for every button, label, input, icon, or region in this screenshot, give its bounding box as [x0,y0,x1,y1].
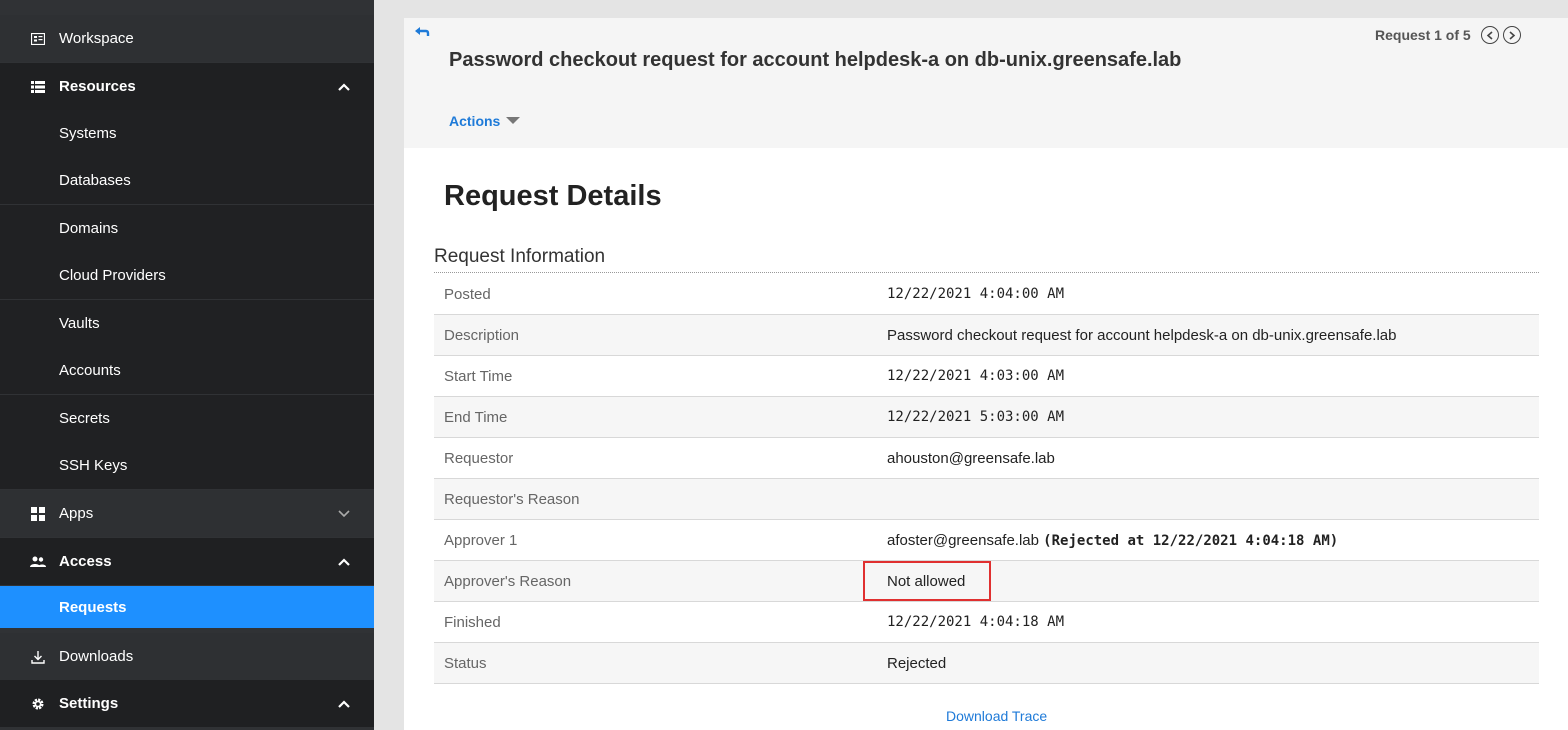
download-icon [30,649,46,665]
chevron-up-icon [336,554,352,570]
sidebar-item-label: Accounts [59,362,121,379]
request-info-table: Posted 12/22/2021 4:04:00 AM Description… [434,274,1539,684]
actions-label: Actions [449,113,501,129]
caret-down-icon [506,112,521,130]
chevron-up-icon [336,79,352,95]
highlighted-reason: Not allowed [863,560,991,601]
approver-status: (Rejected at 12/22/2021 4:04:18 AM) [1043,532,1339,549]
field-value: ahouston@greensafe.lab [877,437,1539,479]
field-value: Not allowed [863,560,1539,602]
table-row: Approver 1 afoster@greensafe.lab (Reject… [434,519,1539,561]
request-header: Password checkout request for account he… [404,18,1568,148]
table-row: End Time 12/22/2021 5:03:00 AM [434,396,1539,438]
table-row: Approver's Reason Not allowed [434,560,1539,602]
field-label: Start Time [434,355,877,397]
table-row: Finished 12/22/2021 4:04:18 AM [434,601,1539,643]
field-value: afoster@greensafe.lab (Rejected at 12/22… [877,519,1539,561]
sidebar: Workspace Resources Systems Databases Do… [0,0,374,730]
sidebar-item-label: SSH Keys [59,457,128,474]
sidebar-item-workspace[interactable]: Workspace [0,15,374,62]
field-label: Approver 1 [434,519,877,561]
sidebar-item-label: Domains [59,220,119,237]
chevron-up-icon [336,696,352,712]
table-row: Start Time 12/22/2021 4:03:00 AM [434,355,1539,397]
sidebar-item-label: Access [59,553,112,570]
field-value: Password checkout request for account he… [877,314,1539,356]
sidebar-item-secrets[interactable]: Secrets [0,395,374,442]
table-row: Posted 12/22/2021 4:04:00 AM [434,274,1539,315]
field-value: 12/22/2021 5:03:00 AM [877,396,1539,438]
sidebar-item-resources[interactable]: Resources [0,63,374,110]
users-icon [30,554,46,570]
gear-icon [30,696,46,712]
sidebar-item-settings[interactable]: Settings [0,680,374,727]
sidebar-item-label: Systems [59,125,117,142]
sidebar-item-databases[interactable]: Databases [0,157,374,204]
actions-dropdown[interactable]: Actions [449,112,521,130]
highlight-box [863,560,991,601]
table-row: Status Rejected [434,642,1539,684]
sidebar-item-apps[interactable]: Apps [0,490,374,537]
sidebar-item-label: Resources [59,78,136,95]
sidebar-item-label: Requests [59,598,127,616]
list-icon [30,79,46,95]
field-value: 12/22/2021 4:04:00 AM [877,274,1539,315]
sidebar-item-label: Settings [59,695,119,712]
sidebar-item-accounts[interactable]: Accounts [0,347,374,394]
chevron-left-icon [1486,30,1493,40]
field-label: Requestor [434,437,877,479]
sidebar-item-downloads[interactable]: Downloads [0,633,374,680]
next-request-button[interactable] [1502,26,1521,44]
section-title: Request Information [434,246,606,267]
sidebar-item-cloud-providers[interactable]: Cloud Providers [0,252,374,299]
field-label: End Time [434,396,877,438]
sidebar-item-label: Workspace [59,30,134,47]
download-trace-link[interactable]: Download Trace [946,708,1047,724]
field-value: 12/22/2021 4:03:00 AM [877,355,1539,397]
field-label: Description [434,314,877,356]
back-arrow-icon[interactable] [414,26,430,42]
field-value: 12/22/2021 4:04:18 AM [877,601,1539,643]
workspace-icon [30,31,46,47]
previous-request-button[interactable] [1480,26,1499,44]
field-label: Requestor's Reason [434,478,877,520]
sidebar-item-domains[interactable]: Domains [0,205,374,252]
sidebar-item-access[interactable]: Access [0,538,374,585]
approver-email: afoster@greensafe.lab [887,531,1039,549]
field-value [877,478,1539,520]
sidebar-item-ssh-keys[interactable]: SSH Keys [0,442,374,489]
sidebar-item-requests[interactable]: Requests [0,586,374,628]
sidebar-item-vaults[interactable]: Vaults [0,300,374,347]
field-label: Posted [434,274,877,315]
details-heading: Request Details [444,180,662,212]
sidebar-item-systems[interactable]: Systems [0,110,374,157]
table-row: Requestor's Reason [434,478,1539,520]
sidebar-item-label: Cloud Providers [59,267,166,284]
sidebar-item-label: Secrets [59,410,110,427]
request-panel: Password checkout request for account he… [404,18,1568,730]
sidebar-item-label: Apps [59,505,94,522]
table-row: Description Password checkout request fo… [434,314,1539,356]
chevron-down-icon [336,506,352,522]
field-label: Approver's Reason [434,560,877,602]
field-label: Finished [434,601,877,643]
page-title: Password checkout request for account he… [449,49,1182,71]
section-divider [434,272,1539,273]
request-pager: Request 1 of 5 [1375,26,1521,44]
chevron-right-icon [1509,30,1515,40]
field-label: Status [434,642,877,684]
sidebar-item-label: Vaults [59,315,100,332]
table-row: Requestor ahouston@greensafe.lab [434,437,1539,479]
pager-text: Request 1 of 5 [1375,27,1471,43]
sidebar-item-label: Databases [59,172,131,189]
field-value: Rejected [877,642,1539,684]
sidebar-item-label: Downloads [59,648,134,665]
apps-grid-icon [30,506,46,522]
